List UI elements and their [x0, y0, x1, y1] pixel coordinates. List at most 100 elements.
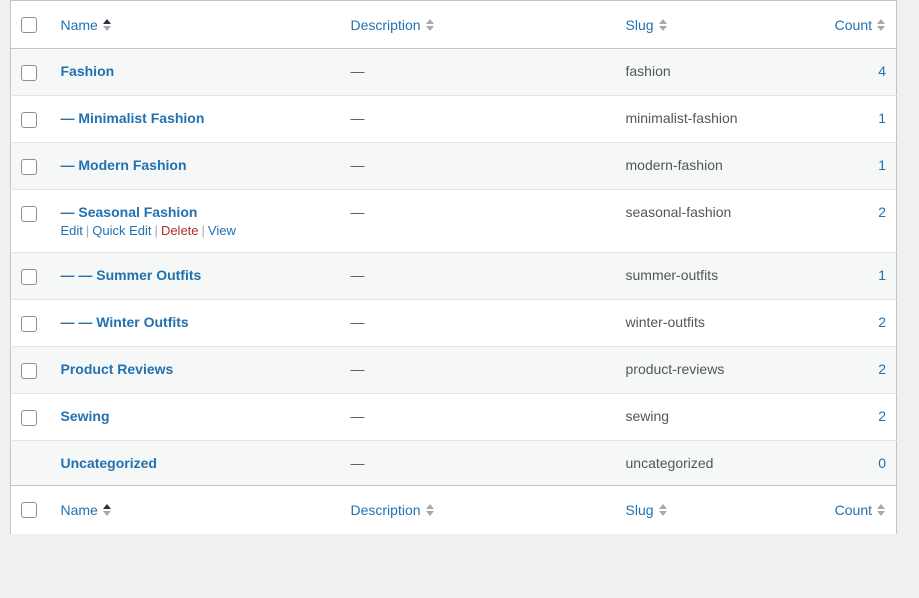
row-select-cell	[10, 440, 51, 486]
row-select-checkbox[interactable]	[21, 159, 37, 175]
name-cell: Sewing	[50, 393, 341, 441]
category-name-link[interactable]: Sewing	[61, 408, 110, 424]
header-cell-slug[interactable]: Slug	[615, 0, 821, 49]
description-text: —	[350, 204, 365, 220]
slug-text: product-reviews	[625, 361, 725, 377]
row-select-checkbox[interactable]	[21, 112, 37, 128]
row-select-cell	[10, 142, 51, 190]
count-link[interactable]: 2	[878, 408, 886, 424]
count-cell: 4	[821, 49, 897, 96]
row-select-checkbox[interactable]	[21, 316, 37, 332]
footer-cell-name[interactable]: Name	[50, 485, 341, 534]
count-link[interactable]: 0	[878, 455, 886, 471]
count-cell: 2	[820, 393, 897, 441]
footer-row: Name Description Slug Count	[10, 485, 897, 534]
slug-cell: minimalist-fashion	[615, 95, 821, 143]
row-action-separator: |	[154, 223, 158, 238]
category-name-link[interactable]: Seasonal Fashion	[78, 204, 197, 220]
table-footer: Name Description Slug Count	[10, 485, 897, 534]
count-link[interactable]: 2	[878, 314, 886, 330]
row-select-cell	[10, 95, 51, 143]
category-name-link[interactable]: Minimalist Fashion	[78, 110, 204, 126]
row-select-checkbox[interactable]	[21, 206, 37, 222]
description-cell: —	[340, 142, 616, 190]
categories-table: Name Description Slug Count Fashion — fashion…	[10, 0, 897, 534]
category-name-link[interactable]: Product Reviews	[61, 361, 174, 377]
sort-link-name[interactable]: Name	[61, 502, 112, 518]
count-link[interactable]: 1	[878, 110, 886, 126]
table-row: — Seasonal Fashion Edit | Quick Edit | Delete…	[10, 189, 897, 253]
slug-cell: uncategorized	[615, 440, 821, 486]
column-label-desc: Description	[350, 16, 421, 33]
sort-link-count[interactable]: Count	[835, 17, 886, 33]
category-name-link[interactable]: Modern Fashion	[78, 157, 186, 173]
sort-link-slug[interactable]: Slug	[626, 502, 668, 518]
sort-link-slug[interactable]: Slug	[626, 17, 668, 33]
table-row: Product Reviews — product-reviews 2	[10, 346, 897, 394]
row-actions: Edit | Quick Edit | Delete | View	[61, 223, 331, 238]
header-cell-desc[interactable]: Description	[340, 0, 616, 49]
sort-indicator-slug-icon	[658, 18, 668, 31]
slug-text: fashion	[625, 63, 671, 79]
count-link[interactable]: 2	[878, 204, 886, 220]
category-name-link[interactable]: Summer Outfits	[96, 267, 201, 283]
category-name-link[interactable]: Fashion	[61, 63, 115, 79]
category-name-link[interactable]: Winter Outfits	[96, 314, 188, 330]
sort-indicator-name-icon	[102, 503, 112, 516]
row-select-checkbox[interactable]	[21, 363, 37, 379]
name-cell: Uncategorized	[50, 440, 341, 486]
description-text: —	[350, 361, 365, 377]
sort-link-desc[interactable]: Description	[351, 17, 435, 33]
row-action-view[interactable]: View	[208, 223, 236, 238]
row-action-delete[interactable]: Delete	[161, 223, 199, 238]
hierarchy-prefix: — —	[60, 267, 97, 283]
row-select-checkbox[interactable]	[21, 269, 37, 285]
count-link[interactable]: 1	[878, 267, 886, 283]
header-cell-count[interactable]: Count	[820, 0, 897, 49]
count-link[interactable]: 4	[878, 63, 886, 79]
sort-indicator-desc-icon	[425, 18, 435, 31]
description-text: —	[350, 314, 365, 330]
name-cell: Product Reviews	[50, 346, 341, 394]
count-link[interactable]: 1	[878, 157, 886, 173]
category-name-link[interactable]: Uncategorized	[61, 455, 157, 471]
table-row: — — Summer Outfits — summer-outfits 1	[10, 252, 897, 300]
footer-cell-slug[interactable]: Slug	[615, 485, 821, 534]
row-action-quick-edit[interactable]: Quick Edit	[92, 223, 151, 238]
sort-link-name[interactable]: Name	[61, 17, 112, 33]
count-cell: 1	[820, 252, 897, 300]
table-row: Sewing — sewing 2	[10, 393, 897, 441]
table-row: — Minimalist Fashion — minimalist-fashion 1	[10, 95, 897, 143]
row-action-separator: |	[85, 223, 90, 238]
column-label-slug: Slug	[625, 16, 654, 33]
slug-cell: product-reviews	[615, 346, 821, 394]
footer-cell-count[interactable]: Count	[820, 485, 897, 534]
name-cell: — Seasonal Fashion Edit | Quick Edit | Delete…	[50, 189, 341, 253]
sort-indicator-slug-icon	[658, 503, 668, 516]
slug-cell: winter-outfits	[615, 299, 821, 347]
column-label-slug: Slug	[625, 501, 654, 518]
sort-link-desc[interactable]: Description	[351, 502, 435, 518]
sort-indicator-desc-icon	[425, 503, 435, 516]
slug-cell: sewing	[615, 393, 821, 441]
name-cell: Fashion	[51, 49, 341, 96]
footer-cell-desc[interactable]: Description	[340, 485, 616, 534]
row-select-cell	[10, 189, 51, 253]
table-row: Uncategorized — uncategorized 0	[10, 440, 897, 486]
row-select-checkbox[interactable]	[21, 410, 37, 426]
column-label-name: Name	[60, 16, 98, 33]
sort-indicator-count-icon	[877, 18, 886, 31]
row-select-cell	[11, 49, 51, 96]
row-select-checkbox[interactable]	[21, 65, 37, 81]
count-cell: 1	[820, 142, 897, 190]
header-cell-name[interactable]: Name	[50, 0, 341, 49]
sort-link-count[interactable]: Count	[835, 502, 886, 518]
count-link[interactable]: 2	[878, 361, 886, 377]
description-text: —	[350, 110, 365, 126]
select-all-checkbox[interactable]	[21, 16, 37, 33]
select-all-checkbox[interactable]	[21, 501, 37, 518]
row-action-edit[interactable]: Edit	[61, 223, 83, 238]
slug-text: minimalist-fashion	[625, 110, 738, 126]
description-text: —	[350, 455, 365, 471]
row-select-cell	[10, 346, 51, 394]
